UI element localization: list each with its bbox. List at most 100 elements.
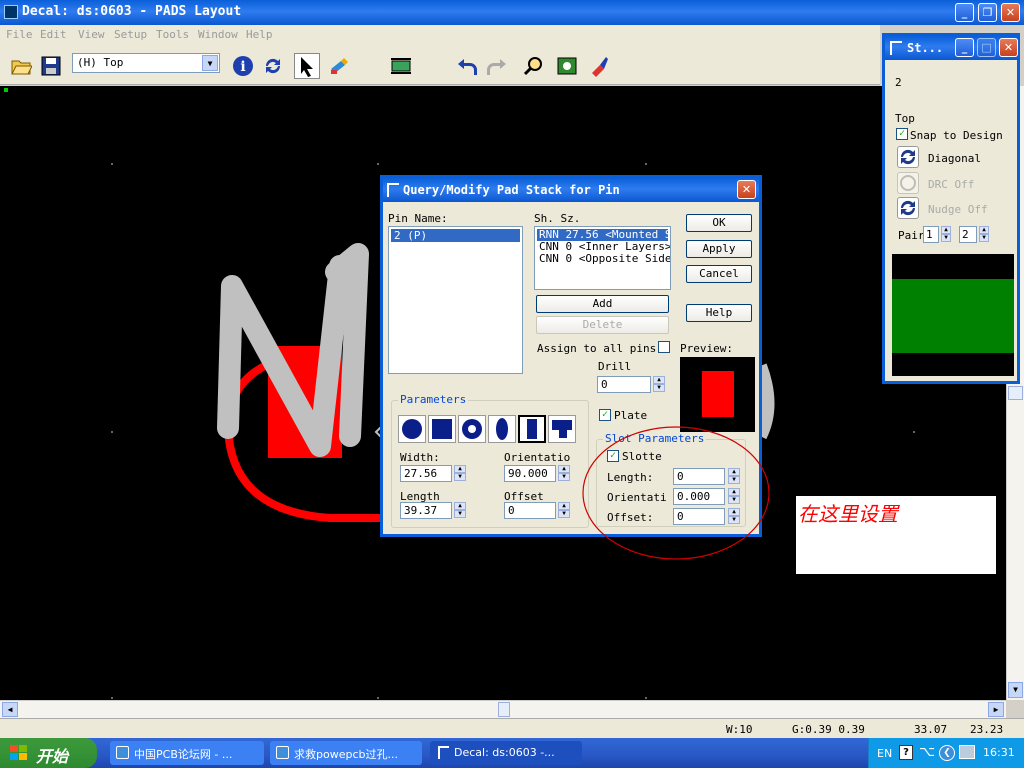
brush-icon[interactable]	[586, 53, 612, 79]
width-label: Width:	[400, 451, 440, 464]
layer-preview	[892, 254, 1014, 376]
width-input[interactable]: 27.56	[400, 465, 452, 482]
drill-spinner[interactable]: ▲ ▼	[653, 376, 665, 393]
annular-pad-icon[interactable]	[458, 415, 486, 443]
layer-dropdown[interactable]: (H) Top ▼	[72, 53, 220, 73]
pin-name-list[interactable]: 2 (P)	[388, 226, 523, 374]
minimize-button[interactable]: _	[955, 3, 974, 22]
diagonal-icon[interactable]	[897, 146, 919, 168]
offset-spinner[interactable]: ▲ ▼	[558, 502, 570, 519]
ok-button[interactable]: OK	[686, 214, 752, 232]
vertical-scroll-thumb[interactable]	[1008, 386, 1023, 400]
status-width: W:10	[726, 723, 753, 736]
dialog-titlebar: Query/Modify Pad Stack for Pin ✕	[383, 178, 759, 202]
drill-input[interactable]: 0	[597, 376, 651, 393]
language-indicator[interactable]: EN	[877, 747, 892, 760]
panel-titlebar: St... _ □ ✕	[885, 36, 1018, 60]
scroll-left-icon[interactable]: ◀	[2, 702, 18, 717]
drafting-toolbar-icon[interactable]	[326, 53, 352, 79]
panel-layer: Top	[895, 112, 915, 125]
task-pcb-forum[interactable]: 中国PCB论坛网 - ...	[110, 741, 264, 765]
task-help-thread[interactable]: 求救powepcb过孔...	[270, 741, 422, 765]
close-button[interactable]: ✕	[1001, 3, 1020, 22]
menu-setup[interactable]: Setup	[114, 28, 147, 41]
rectangle-pad-icon[interactable]	[518, 415, 546, 443]
help-tray-icon[interactable]: ?	[899, 745, 913, 760]
add-button[interactable]: Add	[536, 295, 669, 313]
delete-button: Delete	[536, 316, 669, 334]
list-item[interactable]: 2 (P)	[391, 229, 520, 242]
system-tray: EN ? ⌥ ❮ 16:31	[868, 738, 1024, 768]
menu-view[interactable]: View	[78, 28, 105, 41]
help-button[interactable]: Help	[686, 304, 752, 322]
orientation-input[interactable]: 90.000	[504, 465, 556, 482]
annotation-text: 在这里设置	[798, 502, 898, 526]
board-view-icon[interactable]	[554, 53, 580, 79]
window-titlebar: Decal: ds:0603 - PADS Layout _ ❐ ✕	[0, 0, 1024, 25]
pair-second-input[interactable]: 2	[959, 226, 977, 243]
redo-icon[interactable]	[484, 53, 510, 79]
status-x: 33.07	[914, 723, 948, 736]
cancel-button[interactable]: Cancel	[686, 265, 752, 283]
pair-second-spinner[interactable]: ▲ ▼	[979, 226, 989, 243]
offset-input[interactable]: 0	[504, 502, 556, 519]
pad-shape-list[interactable]: RNN 27.56 <Mounted Side> CNN 0 <Inner La…	[534, 226, 671, 290]
menu-tools[interactable]: Tools	[156, 28, 189, 41]
length-spinner[interactable]: ▲ ▼	[454, 502, 466, 519]
square-pad-icon[interactable]	[428, 415, 456, 443]
task-pads-layout[interactable]: Decal: ds:0603 -...	[430, 741, 582, 765]
task-label: 中国PCB论坛网 - ...	[134, 748, 233, 761]
panel-app-icon	[890, 41, 902, 55]
parameters-group: Parameters Width: 27.56 ▲ ▼ Orientatio 90…	[391, 393, 589, 528]
scroll-right-icon[interactable]: ▶	[988, 702, 1004, 717]
open-folder-icon[interactable]	[8, 53, 34, 79]
zoom-icon[interactable]	[520, 53, 546, 79]
menu-help[interactable]: Help	[246, 28, 273, 41]
list-item[interactable]: CNN 0 <Opposite Side>	[537, 253, 670, 265]
panel-value: 2	[895, 76, 902, 89]
pair-first-input[interactable]: 1	[923, 226, 939, 243]
assign-all-pins-label: Assign to all pins	[537, 342, 657, 355]
pair-first-spinner[interactable]: ▲ ▼	[941, 226, 951, 243]
orientation-spinner[interactable]: ▲ ▼	[558, 465, 570, 482]
network-icon[interactable]	[959, 745, 975, 759]
chevron-down-icon[interactable]: ▼	[202, 55, 218, 71]
panel-minimize-button[interactable]: _	[955, 38, 974, 57]
panel-title: St...	[907, 41, 944, 55]
menu-file[interactable]: File	[6, 28, 33, 41]
round-pad-icon[interactable]	[398, 415, 426, 443]
horizontal-scroll-thumb[interactable]	[498, 702, 510, 717]
width-spinner[interactable]: ▲ ▼	[454, 465, 466, 482]
snap-checkbox[interactable]: ✓	[896, 128, 908, 140]
layer-preview-band	[892, 279, 1014, 353]
dialog-close-button[interactable]: ✕	[737, 180, 756, 199]
clock: 16:31	[983, 746, 1015, 759]
nudge-icon[interactable]	[897, 197, 919, 219]
dialog-app-icon	[387, 183, 399, 197]
decal-editor-icon[interactable]	[388, 53, 414, 79]
tray-expand-icon[interactable]: ❮	[939, 745, 955, 761]
undo-icon[interactable]	[454, 53, 480, 79]
status-panel: St... _ □ ✕ 2 Top ✓ Snap to Design G Dia…	[882, 33, 1020, 384]
menu-edit[interactable]: Edit	[40, 28, 67, 41]
select-arrow-icon[interactable]	[294, 53, 320, 79]
apply-button[interactable]: Apply	[686, 240, 752, 258]
panel-close-button[interactable]: ✕	[999, 38, 1018, 57]
menu-window[interactable]: Window	[198, 28, 238, 41]
start-label: 开始	[36, 747, 69, 766]
preview-pad-shape	[702, 371, 734, 417]
oval-pad-icon[interactable]	[488, 415, 516, 443]
drill-label: Drill	[598, 360, 632, 373]
panel-maximize-button: □	[977, 38, 996, 57]
save-icon[interactable]	[38, 53, 64, 79]
input-tray-icon[interactable]: ⌥	[919, 744, 935, 760]
restore-button[interactable]: ❐	[978, 3, 997, 22]
assign-all-pins-checkbox[interactable]	[658, 341, 670, 353]
cycle-icon[interactable]	[260, 53, 286, 79]
horizontal-scrollbar[interactable]: ◀ ▶	[0, 700, 1006, 718]
start-button[interactable]: 开始	[0, 738, 97, 768]
info-icon[interactable]: i	[230, 53, 256, 79]
length-input[interactable]: 39.37	[400, 502, 452, 519]
scroll-down-icon[interactable]: ▼	[1008, 682, 1023, 698]
odd-shape-pad-icon[interactable]	[548, 415, 576, 443]
